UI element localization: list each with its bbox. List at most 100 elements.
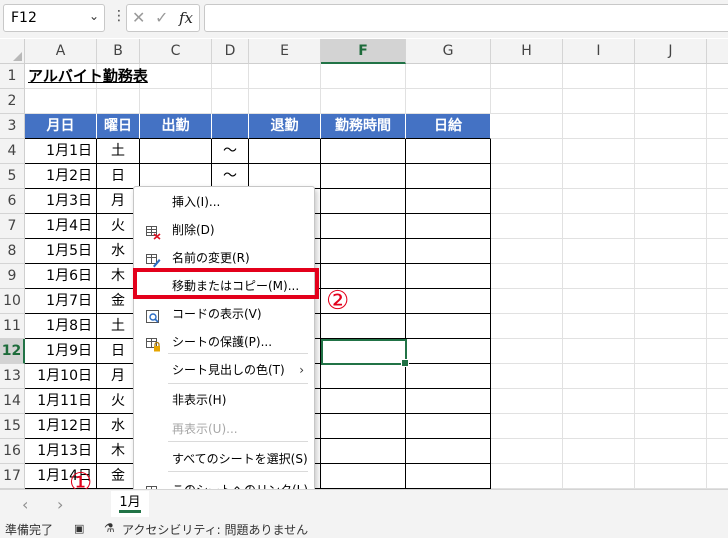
table-header[interactable]: 退勤 bbox=[249, 114, 321, 139]
cell[interactable] bbox=[635, 314, 707, 339]
row-header-1[interactable]: 1 bbox=[0, 64, 25, 89]
cell[interactable] bbox=[563, 139, 635, 164]
cell[interactable] bbox=[491, 214, 563, 239]
column-header-j[interactable]: J bbox=[635, 39, 707, 64]
table-header[interactable]: 出勤 bbox=[140, 114, 212, 139]
cell[interactable] bbox=[491, 164, 563, 189]
active-cell-f12[interactable] bbox=[321, 339, 409, 367]
table-header[interactable] bbox=[212, 114, 249, 139]
cell[interactable] bbox=[321, 89, 406, 114]
row-header-2[interactable]: 2 bbox=[0, 89, 25, 114]
daily-wage-cell[interactable] bbox=[406, 164, 491, 189]
row-header-4[interactable]: 4 bbox=[0, 139, 25, 164]
cell[interactable] bbox=[635, 389, 707, 414]
column-header-f[interactable]: F bbox=[321, 39, 406, 64]
cell[interactable] bbox=[563, 164, 635, 189]
cell[interactable] bbox=[707, 89, 728, 114]
row-header-15[interactable]: 15 bbox=[0, 414, 25, 439]
cell[interactable] bbox=[707, 314, 728, 339]
cell[interactable] bbox=[635, 164, 707, 189]
cell[interactable] bbox=[491, 64, 563, 89]
cell[interactable] bbox=[707, 264, 728, 289]
cell[interactable] bbox=[140, 64, 212, 89]
date-cell[interactable]: 1月2日 bbox=[25, 164, 97, 189]
cell[interactable] bbox=[563, 189, 635, 214]
cell[interactable] bbox=[707, 64, 728, 89]
cell[interactable] bbox=[140, 89, 212, 114]
scroll-tabs-left-icon[interactable]: ‹ bbox=[22, 495, 28, 514]
daily-wage-cell[interactable] bbox=[406, 214, 491, 239]
daily-wage-cell[interactable] bbox=[406, 189, 491, 214]
cell[interactable] bbox=[491, 314, 563, 339]
daily-wage-cell[interactable] bbox=[406, 289, 491, 314]
accessibility-status[interactable]: アクセシビリティ: 問題ありません bbox=[122, 521, 308, 538]
cell[interactable] bbox=[491, 439, 563, 464]
daily-wage-cell[interactable] bbox=[406, 464, 491, 489]
cell[interactable] bbox=[707, 289, 728, 314]
row-header-13[interactable]: 13 bbox=[0, 364, 25, 389]
weekday-cell[interactable]: 日 bbox=[97, 164, 140, 189]
start-time-cell[interactable] bbox=[140, 139, 212, 164]
row-header-8[interactable]: 8 bbox=[0, 239, 25, 264]
cell[interactable] bbox=[563, 389, 635, 414]
table-header[interactable]: 月日 bbox=[25, 114, 97, 139]
date-cell[interactable]: 1月6日 bbox=[25, 264, 97, 289]
column-header-i[interactable]: I bbox=[563, 39, 635, 64]
row-header-9[interactable]: 9 bbox=[0, 264, 25, 289]
date-cell[interactable]: 1月7日 bbox=[25, 289, 97, 314]
daily-wage-cell[interactable] bbox=[406, 339, 491, 364]
work-hours-cell[interactable] bbox=[321, 239, 406, 264]
cell[interactable] bbox=[635, 289, 707, 314]
work-hours-cell[interactable] bbox=[321, 414, 406, 439]
cell[interactable] bbox=[635, 439, 707, 464]
menu-view-code[interactable]: コードの表示(V) bbox=[134, 301, 314, 327]
cell[interactable] bbox=[25, 89, 97, 114]
daily-wage-cell[interactable] bbox=[406, 239, 491, 264]
cell[interactable] bbox=[707, 464, 728, 489]
work-hours-cell[interactable] bbox=[321, 314, 406, 339]
cell[interactable] bbox=[635, 464, 707, 489]
column-header-b[interactable]: B bbox=[97, 39, 140, 64]
cell[interactable] bbox=[406, 89, 491, 114]
daily-wage-cell[interactable] bbox=[406, 439, 491, 464]
insert-function-icon[interactable]: fx bbox=[179, 9, 193, 27]
formula-input[interactable] bbox=[204, 4, 728, 32]
work-hours-cell[interactable] bbox=[321, 464, 406, 489]
cell[interactable] bbox=[491, 189, 563, 214]
table-header[interactable]: 勤務時間 bbox=[321, 114, 406, 139]
menu-select-all-sheets[interactable]: すべてのシートを選択(S) bbox=[134, 446, 314, 472]
date-cell[interactable]: 1月12日 bbox=[25, 414, 97, 439]
cell[interactable] bbox=[707, 214, 728, 239]
column-header-k[interactable]: K bbox=[707, 39, 728, 64]
name-box[interactable]: F12 ⌄ bbox=[3, 4, 105, 32]
date-cell[interactable]: 1月4日 bbox=[25, 214, 97, 239]
menu-tab-color[interactable]: シート見出しの色(T) › bbox=[134, 357, 314, 383]
table-header[interactable]: 日給 bbox=[406, 114, 491, 139]
more-options-icon[interactable]: ⋮ bbox=[112, 8, 126, 24]
cell[interactable] bbox=[491, 264, 563, 289]
cell[interactable] bbox=[491, 289, 563, 314]
work-hours-cell[interactable] bbox=[321, 189, 406, 214]
date-cell[interactable]: 1月11日 bbox=[25, 389, 97, 414]
row-header-11[interactable]: 11 bbox=[0, 314, 25, 339]
column-header-a[interactable]: A bbox=[25, 39, 97, 64]
cell[interactable] bbox=[635, 64, 707, 89]
menu-hide[interactable]: 非表示(H) bbox=[134, 387, 314, 413]
date-cell[interactable]: 1月13日 bbox=[25, 439, 97, 464]
column-header-h[interactable]: H bbox=[491, 39, 563, 64]
cell[interactable] bbox=[249, 89, 321, 114]
spreadsheet-grid[interactable]: ABCDEFGHIJK 1234567891011121314151617 アル… bbox=[0, 39, 728, 489]
cell[interactable] bbox=[491, 414, 563, 439]
scroll-tabs-right-icon[interactable]: › bbox=[57, 495, 63, 514]
date-cell[interactable]: 1月10日 bbox=[25, 364, 97, 389]
cell[interactable] bbox=[563, 64, 635, 89]
accessibility-icon[interactable]: ⚗ bbox=[104, 521, 115, 535]
cell[interactable] bbox=[563, 214, 635, 239]
cell[interactable] bbox=[707, 239, 728, 264]
cell[interactable] bbox=[635, 414, 707, 439]
cell[interactable] bbox=[635, 139, 707, 164]
row-header-12[interactable]: 12 bbox=[0, 339, 25, 364]
cell[interactable] bbox=[563, 289, 635, 314]
date-cell[interactable]: 1月5日 bbox=[25, 239, 97, 264]
daily-wage-cell[interactable] bbox=[406, 314, 491, 339]
